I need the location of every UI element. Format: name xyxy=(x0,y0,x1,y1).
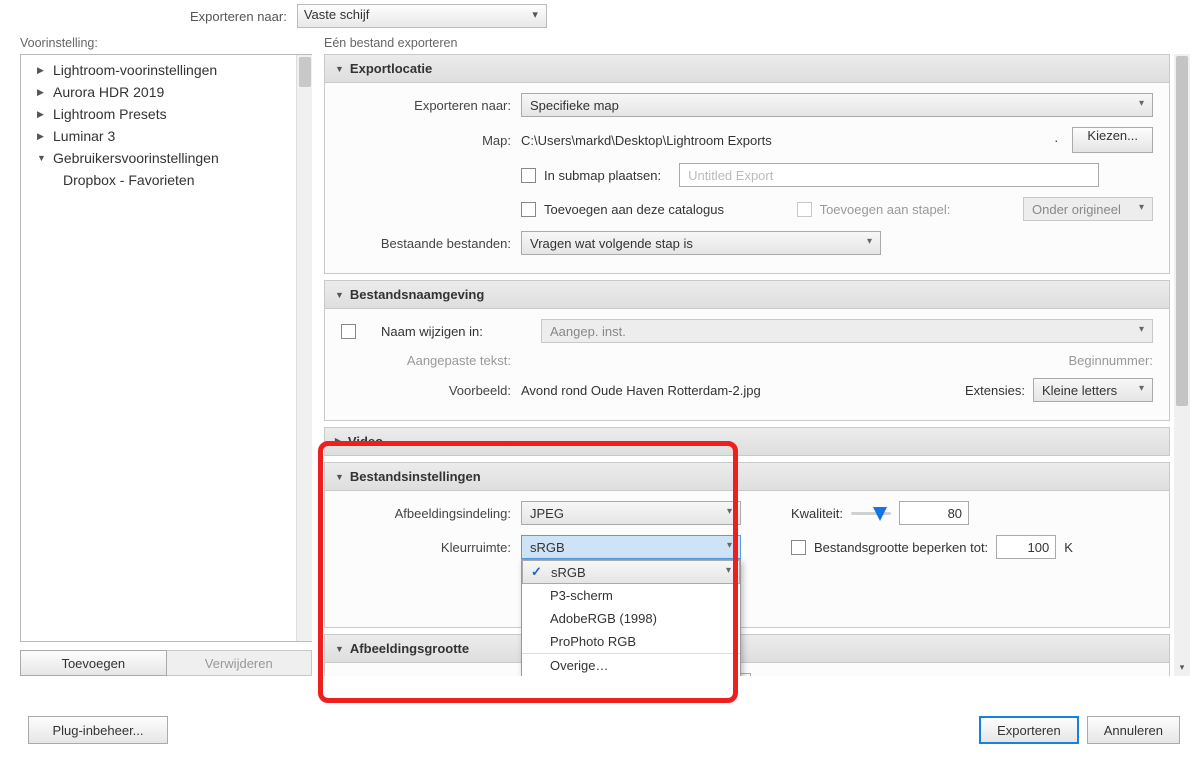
preset-item[interactable]: Lightroom-voorinstellingen xyxy=(21,59,312,81)
export-to-select[interactable]: Vaste schijf xyxy=(297,4,547,28)
chevron-right-icon xyxy=(37,65,47,76)
preset-item[interactable]: Gebruikersvoorinstellingen xyxy=(21,147,312,169)
limit-size-input[interactable]: 100 xyxy=(996,535,1056,559)
panel-video: ▶ Video xyxy=(324,427,1170,456)
export-target-select[interactable]: Specifieke map xyxy=(521,93,1153,117)
map-path: C:\Users\markd\Desktop\Lightroom Exports xyxy=(521,133,1040,148)
chevron-right-icon: ▶ xyxy=(335,436,342,447)
add-stack-checkbox: ✓ xyxy=(797,202,812,217)
chevron-down-icon: ▼ xyxy=(335,472,344,482)
quality-input[interactable]: 80 xyxy=(899,501,969,525)
panel-header[interactable]: ▶ Video xyxy=(325,428,1169,455)
export-to-value: Vaste schijf xyxy=(304,7,370,22)
chevron-down-icon: ▼ xyxy=(335,290,344,300)
chevron-down-icon: ▼ xyxy=(335,644,344,654)
preset-item[interactable]: Luminar 3 xyxy=(21,125,312,147)
chevron-down-icon xyxy=(37,153,47,163)
panel-naming: ▼ Bestandsnaamgeving ✓ Naam wijzigen in:… xyxy=(324,280,1170,421)
panel-header[interactable]: ▼ Afbeeldingsgrootte xyxy=(325,635,1169,663)
rename-template-select: Aangep. inst. xyxy=(541,319,1153,343)
add-catalog-checkbox[interactable]: ✓ xyxy=(521,202,536,217)
panel-header[interactable]: ▼ Bestandsnaamgeving xyxy=(325,281,1169,309)
export-button[interactable]: Exporteren xyxy=(979,716,1079,744)
add-preset-button[interactable]: Toevoegen xyxy=(20,650,167,676)
chevron-right-icon xyxy=(37,109,47,120)
chevron-down-icon: ▼ xyxy=(335,64,344,74)
preset-item[interactable]: Lightroom Presets xyxy=(21,103,312,125)
rename-checkbox[interactable]: ✓ xyxy=(341,324,356,339)
preset-heading: Voorinstelling: xyxy=(20,36,312,50)
panel-file-settings: ▼ Bestandsinstellingen Afbeeldingsindeli… xyxy=(324,462,1170,628)
panels-scrollbar[interactable]: ▾ xyxy=(1174,54,1190,676)
panel-export-location: ▼ Exportlocatie Exporteren naar: Specifi… xyxy=(324,54,1170,274)
cancel-button[interactable]: Annuleren xyxy=(1087,716,1180,744)
subfolder-input[interactable]: Untitled Export xyxy=(679,163,1099,187)
preset-item[interactable]: Aurora HDR 2019 xyxy=(21,81,312,103)
panel-image-size: ▼ Afbeeldingsgrootte ✓ Passend maken: ✓ … xyxy=(324,634,1170,676)
panel-header[interactable]: ▼ Bestandsinstellingen xyxy=(325,463,1169,491)
quality-slider[interactable] xyxy=(851,505,891,521)
choose-folder-button[interactable]: Kiezen... xyxy=(1072,127,1153,153)
dropdown-option[interactable]: sRGB xyxy=(522,560,740,584)
export-heading: Eén bestand exporteren xyxy=(324,36,1190,50)
image-format-select[interactable]: JPEG xyxy=(521,501,741,525)
limit-size-checkbox[interactable]: ✓ xyxy=(791,540,806,555)
preset-item[interactable]: Dropbox - Favorieten xyxy=(21,169,312,191)
colorspace-dropdown: sRGB P3-scherm AdobeRGB (1998) ProPhoto … xyxy=(521,559,741,676)
map-menu-dot[interactable]: · xyxy=(1048,133,1064,148)
export-to-label: Exporteren naar: xyxy=(190,9,287,24)
preset-list: Lightroom-voorinstellingen Aurora HDR 20… xyxy=(20,54,312,642)
dropdown-option[interactable]: Overige… xyxy=(522,653,740,676)
colorspace-select[interactable]: sRGB xyxy=(521,535,741,559)
chevron-right-icon xyxy=(37,131,47,142)
dropdown-option[interactable]: P3-scherm xyxy=(522,584,740,607)
plugin-manager-button[interactable]: Plug-inbeheer... xyxy=(28,716,168,744)
dropdown-option[interactable]: ProPhoto RGB xyxy=(522,630,740,653)
extension-case-select[interactable]: Kleine letters xyxy=(1033,378,1153,402)
dropdown-option[interactable]: AdobeRGB (1998) xyxy=(522,607,740,630)
stack-position-select: Onder origineel xyxy=(1023,197,1153,221)
preset-scrollbar[interactable] xyxy=(296,55,312,641)
remove-preset-button: Verwijderen xyxy=(167,650,313,676)
existing-files-select[interactable]: Vragen wat volgende stap is xyxy=(521,231,881,255)
filename-example: Avond rond Oude Haven Rotterdam-2.jpg xyxy=(521,383,761,398)
panel-header[interactable]: ▼ Exportlocatie xyxy=(325,55,1169,83)
subfolder-checkbox[interactable]: ✓ xyxy=(521,168,536,183)
scroll-down-icon[interactable]: ▾ xyxy=(1176,660,1188,674)
chevron-right-icon xyxy=(37,87,47,98)
